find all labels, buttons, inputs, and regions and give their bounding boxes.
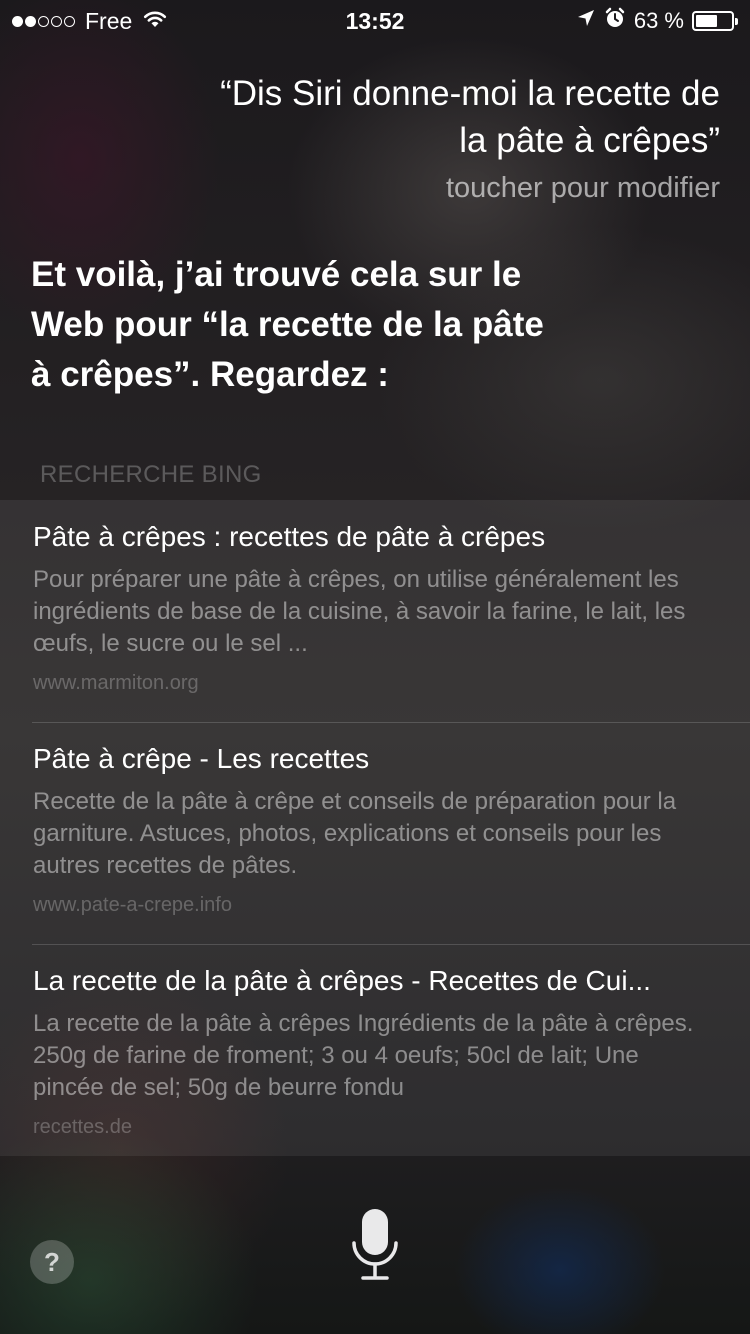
status-bar: Free 13:52 63 % <box>0 0 750 40</box>
result-title: La recette de la pâte à crêpes - Recette… <box>33 965 651 996</box>
bing-search-section-label: RECHERCHE BING <box>40 461 262 488</box>
battery-icon <box>692 11 738 31</box>
location-arrow-icon <box>576 8 596 34</box>
query-line: “Dis Siri donne-moi la recette de <box>220 74 720 113</box>
alarm-icon <box>604 7 626 35</box>
spoken-query[interactable]: “Dis Siri donne-moi la recette de la pât… <box>80 70 720 164</box>
battery-percentage: 63 % <box>633 8 684 33</box>
result-title: Pâte à crêpe - Les recettes <box>33 743 370 774</box>
search-result[interactable]: Pâte à crêpes : recettes de pâte à crêpe… <box>0 500 750 722</box>
result-snippet: Recette de la pâte à crêpe et conseils d… <box>33 788 677 879</box>
response-line: à crêpes”. Regardez : <box>31 355 389 394</box>
result-url: recettes.de <box>33 1116 132 1138</box>
status-right: 63 % <box>576 7 738 35</box>
microphone-icon <box>352 1209 398 1280</box>
result-url: www.pate-a-crepe.info <box>33 894 232 916</box>
result-snippet: La recette de la pâte à crêpes Ingrédien… <box>33 1010 694 1101</box>
response-line: Et voilà, j’ai trouvé cela sur le <box>31 255 522 294</box>
search-result[interactable]: Pâte à crêpe - Les recettes Recette de l… <box>0 722 750 944</box>
query-line: la pâte à crêpes” <box>459 121 720 160</box>
result-title: Pâte à crêpes : recettes de pâte à crêpe… <box>33 521 546 552</box>
siri-response: Et voilà, j’ai trouvé cela sur le Web po… <box>31 250 671 400</box>
microphone-button[interactable] <box>345 1205 405 1285</box>
tap-to-edit-hint[interactable]: toucher pour modifier <box>446 172 720 205</box>
response-line: Web pour “la recette de la pâte <box>31 305 544 344</box>
result-url: www.marmiton.org <box>33 672 199 694</box>
search-result[interactable]: La recette de la pâte à crêpes - Recette… <box>0 944 750 1166</box>
battery-level-fill <box>696 15 718 27</box>
result-snippet: Pour préparer une pâte à crêpes, on util… <box>33 566 686 657</box>
help-button[interactable]: ? <box>30 1240 74 1284</box>
battery-tip <box>735 18 738 25</box>
search-results-list: Pâte à crêpes : recettes de pâte à crêpe… <box>0 500 750 1156</box>
